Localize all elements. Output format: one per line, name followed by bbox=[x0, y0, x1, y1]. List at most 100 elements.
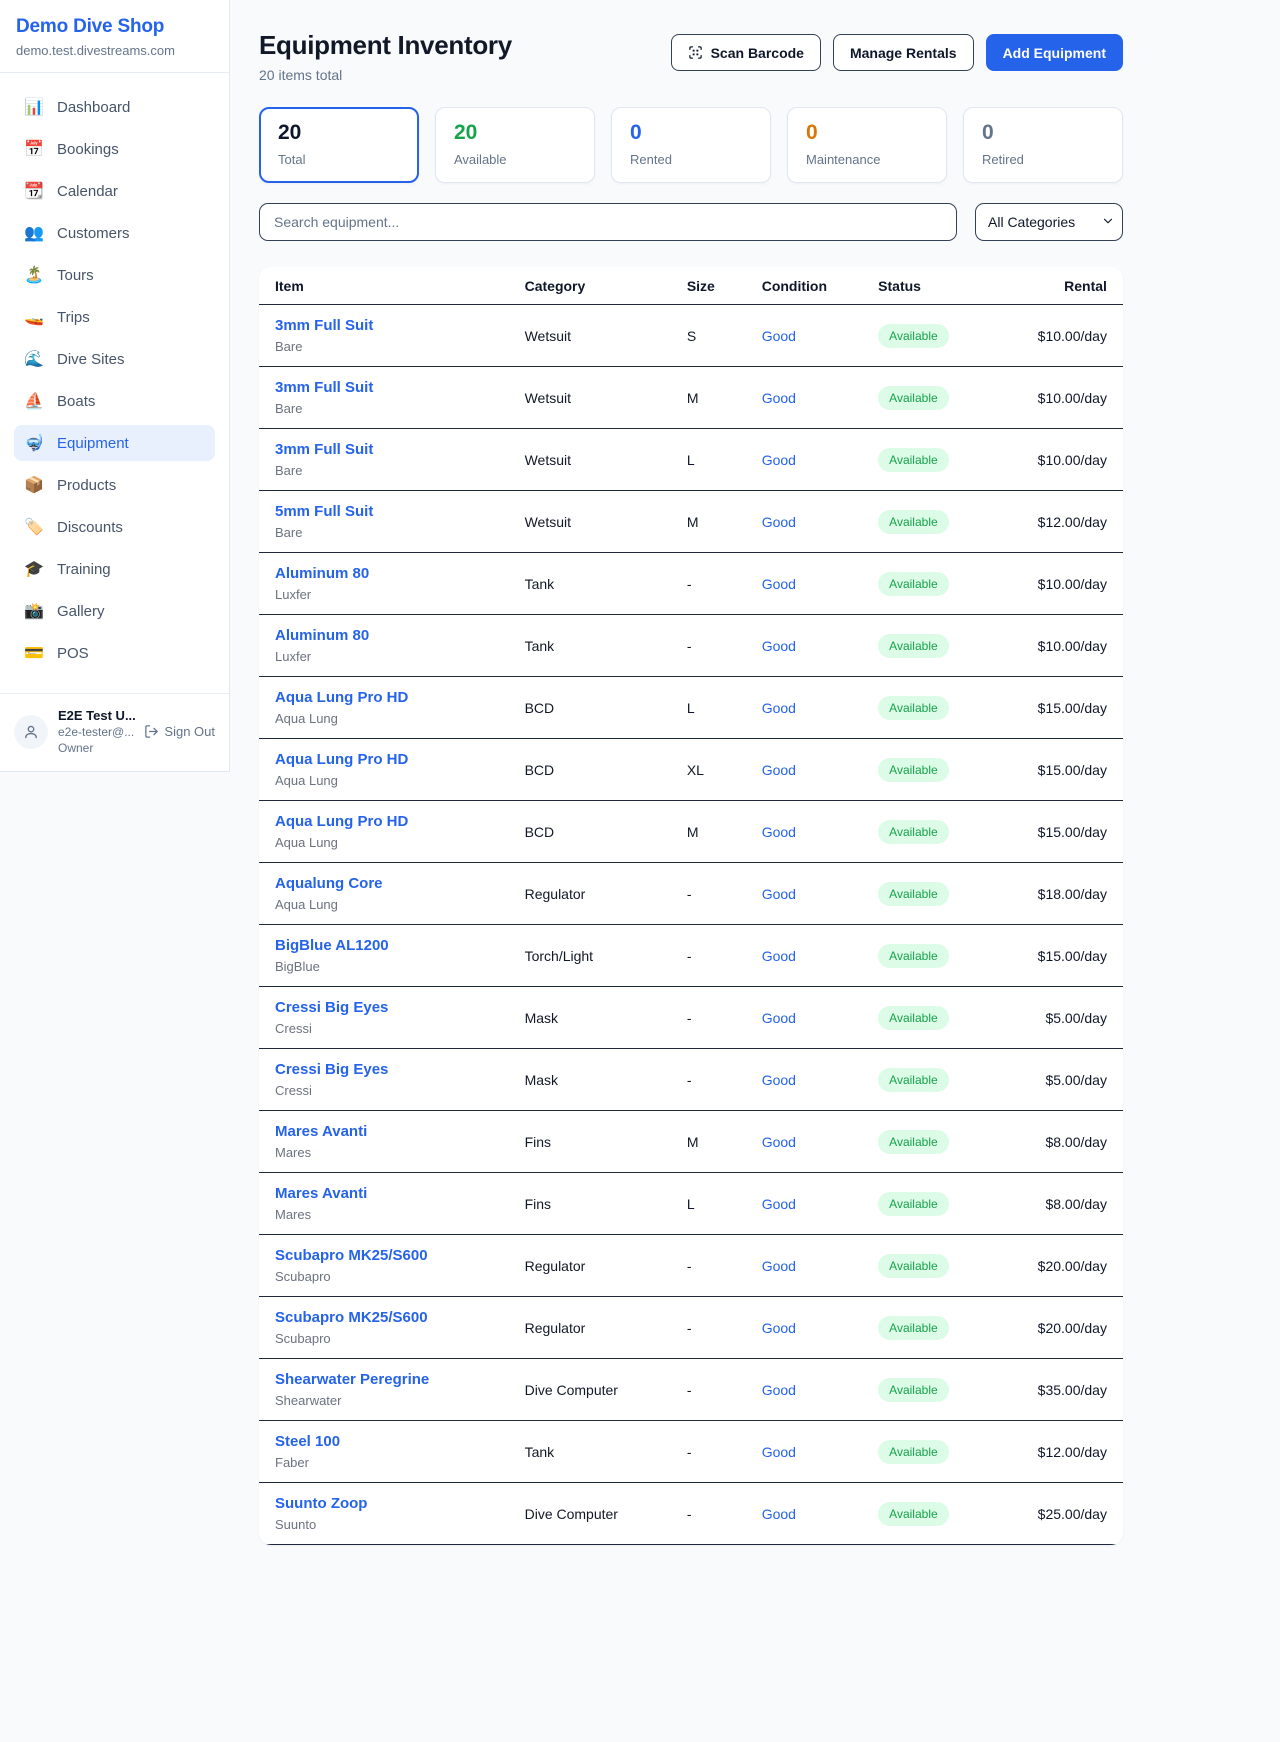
discounts-icon: 🏷️ bbox=[24, 517, 44, 537]
item-condition-link[interactable]: Good bbox=[762, 1010, 796, 1026]
item-size: S bbox=[687, 328, 762, 344]
item-size: - bbox=[687, 1382, 762, 1398]
item-category: BCD bbox=[525, 700, 687, 716]
item-name-link[interactable]: Cressi Big Eyes bbox=[275, 999, 388, 1016]
item-condition-link[interactable]: Good bbox=[762, 576, 796, 592]
item-condition-link[interactable]: Good bbox=[762, 824, 796, 840]
item-name-link[interactable]: 5mm Full Suit bbox=[275, 503, 373, 520]
item-condition-link[interactable]: Good bbox=[762, 886, 796, 902]
item-condition-link[interactable]: Good bbox=[762, 390, 796, 406]
sidebar-item-dashboard[interactable]: 📊 Dashboard bbox=[14, 89, 215, 125]
sidebar-item-tours[interactable]: 🏝️ Tours bbox=[14, 257, 215, 293]
item-status-cell: Available bbox=[878, 696, 1024, 720]
item-name-link[interactable]: Scubapro MK25/S600 bbox=[275, 1247, 428, 1264]
item-brand: Luxfer bbox=[275, 587, 525, 602]
status-badge: Available bbox=[878, 448, 948, 472]
item-name-link[interactable]: Steel 100 bbox=[275, 1433, 340, 1450]
stat-card-available[interactable]: 20 Available bbox=[435, 107, 595, 183]
item-condition-link[interactable]: Good bbox=[762, 1258, 796, 1274]
item-name-link[interactable]: BigBlue AL1200 bbox=[275, 937, 389, 954]
dive-sites-icon: 🌊 bbox=[24, 349, 44, 369]
item-name-link[interactable]: 3mm Full Suit bbox=[275, 441, 373, 458]
sidebar-item-boats[interactable]: ⛵ Boats bbox=[14, 383, 215, 419]
user-role: Owner bbox=[58, 741, 134, 755]
item-name-link[interactable]: Aqualung Core bbox=[275, 875, 383, 892]
item-condition-link[interactable]: Good bbox=[762, 1320, 796, 1336]
item-condition-link[interactable]: Good bbox=[762, 1072, 796, 1088]
table-row: Mares Avanti Mares Fins L Good Available… bbox=[259, 1173, 1123, 1235]
shop-domain: demo.test.divestreams.com bbox=[16, 43, 213, 58]
item-condition-link[interactable]: Good bbox=[762, 1134, 796, 1150]
item-name-link[interactable]: Mares Avanti bbox=[275, 1185, 367, 1202]
bookings-icon: 📅 bbox=[24, 139, 44, 159]
item-cell: Aluminum 80 Luxfer bbox=[275, 565, 525, 602]
sidebar-item-dive-sites[interactable]: 🌊 Dive Sites bbox=[14, 341, 215, 377]
item-size: L bbox=[687, 452, 762, 468]
sidebar-item-pos[interactable]: 💳 POS bbox=[14, 635, 215, 671]
item-condition-link[interactable]: Good bbox=[762, 328, 796, 344]
item-name-link[interactable]: Suunto Zoop bbox=[275, 1495, 367, 1512]
item-name-link[interactable]: Cressi Big Eyes bbox=[275, 1061, 388, 1078]
search-input[interactable] bbox=[259, 203, 957, 241]
category-select[interactable]: All Categories bbox=[975, 203, 1123, 241]
table-row: 3mm Full Suit Bare Wetsuit L Good Availa… bbox=[259, 429, 1123, 491]
item-name-link[interactable]: Aqua Lung Pro HD bbox=[275, 813, 408, 830]
item-brand: Aqua Lung bbox=[275, 897, 525, 912]
item-condition-link[interactable]: Good bbox=[762, 1506, 796, 1522]
item-rental-price: $15.00/day bbox=[1038, 824, 1107, 840]
item-category: Regulator bbox=[525, 886, 687, 902]
item-condition-link[interactable]: Good bbox=[762, 452, 796, 468]
sidebar-item-customers[interactable]: 👥 Customers bbox=[14, 215, 215, 251]
sidebar-item-bookings[interactable]: 📅 Bookings bbox=[14, 131, 215, 167]
sidebar-item-products[interactable]: 📦 Products bbox=[14, 467, 215, 503]
scan-barcode-button[interactable]: Scan Barcode bbox=[671, 34, 821, 71]
sign-out-button[interactable]: Sign Out bbox=[144, 724, 215, 739]
stat-label: Total bbox=[278, 152, 400, 167]
item-condition-link[interactable]: Good bbox=[762, 638, 796, 654]
item-name-link[interactable]: Aluminum 80 bbox=[275, 627, 369, 644]
manage-rentals-button[interactable]: Manage Rentals bbox=[833, 34, 974, 71]
item-status-cell: Available bbox=[878, 386, 1024, 410]
item-name-link[interactable]: 3mm Full Suit bbox=[275, 379, 373, 396]
item-name-link[interactable]: Aqua Lung Pro HD bbox=[275, 751, 408, 768]
sidebar-item-equipment[interactable]: 🤿 Equipment bbox=[14, 425, 215, 461]
item-condition-link[interactable]: Good bbox=[762, 1444, 796, 1460]
item-category: Wetsuit bbox=[525, 452, 687, 468]
stat-card-maintenance[interactable]: 0 Maintenance bbox=[787, 107, 947, 183]
item-brand: Mares bbox=[275, 1207, 525, 1222]
item-rental-price: $35.00/day bbox=[1038, 1382, 1107, 1398]
item-condition-link[interactable]: Good bbox=[762, 948, 796, 964]
stat-label: Rented bbox=[630, 152, 752, 167]
stat-card-total[interactable]: 20 Total bbox=[259, 107, 419, 183]
item-cell: Aqua Lung Pro HD Aqua Lung bbox=[275, 813, 525, 850]
stat-card-retired[interactable]: 0 Retired bbox=[963, 107, 1123, 183]
item-rental-price: $20.00/day bbox=[1038, 1320, 1107, 1336]
item-condition-link[interactable]: Good bbox=[762, 700, 796, 716]
item-condition-link[interactable]: Good bbox=[762, 762, 796, 778]
item-rental-price: $20.00/day bbox=[1038, 1258, 1107, 1274]
item-name-link[interactable]: 3mm Full Suit bbox=[275, 317, 373, 334]
item-name-link[interactable]: Scubapro MK25/S600 bbox=[275, 1309, 428, 1326]
sidebar-item-trips[interactable]: 🚤 Trips bbox=[14, 299, 215, 335]
sidebar: Demo Dive Shop demo.test.divestreams.com… bbox=[0, 0, 230, 772]
status-badge: Available bbox=[878, 1254, 948, 1278]
stat-value: 0 bbox=[982, 121, 1104, 145]
stat-card-rented[interactable]: 0 Rented bbox=[611, 107, 771, 183]
item-name-link[interactable]: Aqua Lung Pro HD bbox=[275, 689, 408, 706]
sidebar-item-training[interactable]: 🎓 Training bbox=[14, 551, 215, 587]
category-select-wrap: All Categories bbox=[975, 203, 1123, 241]
sidebar-item-label: Training bbox=[57, 561, 111, 578]
sidebar-item-discounts[interactable]: 🏷️ Discounts bbox=[14, 509, 215, 545]
item-condition-link[interactable]: Good bbox=[762, 1196, 796, 1212]
sidebar-item-calendar[interactable]: 📆 Calendar bbox=[14, 173, 215, 209]
item-condition-link[interactable]: Good bbox=[762, 514, 796, 530]
add-equipment-button[interactable]: Add Equipment bbox=[986, 34, 1123, 71]
item-name-link[interactable]: Mares Avanti bbox=[275, 1123, 367, 1140]
item-status-cell: Available bbox=[878, 510, 1024, 534]
item-condition-link[interactable]: Good bbox=[762, 1382, 796, 1398]
sidebar-item-gallery[interactable]: 📸 Gallery bbox=[14, 593, 215, 629]
stat-value: 0 bbox=[630, 121, 752, 145]
item-name-link[interactable]: Shearwater Peregrine bbox=[275, 1371, 429, 1388]
sidebar-item-label: Equipment bbox=[57, 435, 129, 452]
item-name-link[interactable]: Aluminum 80 bbox=[275, 565, 369, 582]
